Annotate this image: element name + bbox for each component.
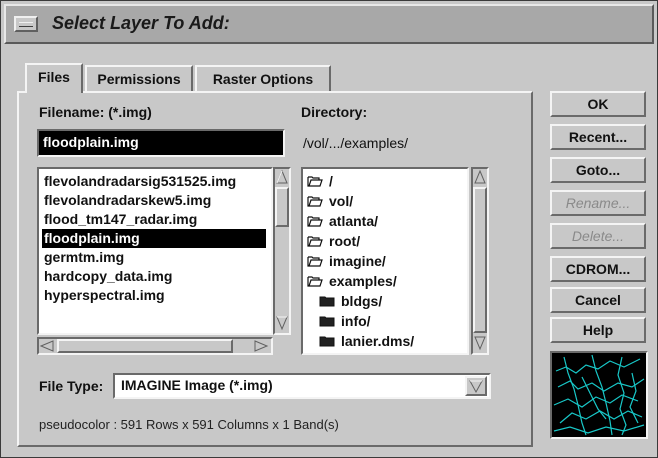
help-button[interactable]: Help: [550, 317, 646, 343]
scroll-down-arrow-icon[interactable]: [473, 335, 487, 351]
preview-image: [553, 354, 645, 436]
directory-name: /: [329, 173, 333, 189]
window-menu-button[interactable]: [14, 16, 38, 32]
directory-list-item[interactable]: root/: [307, 232, 360, 251]
window-title: Select Layer To Add:: [52, 13, 230, 33]
closed-folder-icon: [319, 293, 335, 312]
directory-list-item[interactable]: info/: [319, 312, 371, 331]
directory-name: imagine/: [329, 253, 386, 269]
file-list-hscroll-thumb[interactable]: [57, 339, 233, 353]
open-folder-icon: [307, 273, 323, 292]
file-type-value: IMAGINE Image (*.img): [121, 377, 273, 393]
delete-button[interactable]: Delete...: [550, 223, 646, 249]
directory-path: /vol/.../examples/: [303, 135, 409, 151]
scroll-up-arrow-icon[interactable]: [473, 169, 487, 185]
file-list-item[interactable]: hyperspectral.img: [42, 286, 266, 305]
filename-input-value: floodplain.img: [43, 134, 139, 150]
scroll-left-arrow-icon[interactable]: [39, 339, 55, 353]
image-preview-thumbnail: [550, 351, 648, 439]
directory-list-item[interactable]: vol/: [307, 192, 353, 211]
directory-name: bldgs/: [341, 293, 383, 309]
file-list-item[interactable]: germtm.img: [42, 248, 266, 267]
directory-list[interactable]: / vol/atlanta/root/imagine/examples/bldgs…: [301, 167, 469, 355]
file-list-vscroll-thumb[interactable]: [275, 187, 289, 227]
directory-list-item[interactable]: lanier.dms/: [319, 332, 414, 351]
closed-folder-icon: [319, 313, 335, 332]
directory-list-vscrollbar[interactable]: [471, 167, 489, 355]
file-type-select[interactable]: IMAGINE Image (*.img): [113, 373, 491, 399]
select-layer-dialog: Select Layer To Add: Files Permissions R…: [0, 0, 658, 458]
open-folder-icon: [307, 193, 323, 212]
file-list-vscrollbar[interactable]: [273, 167, 291, 335]
directory-list-item[interactable]: bldgs/: [319, 292, 382, 311]
filename-input[interactable]: floodplain.img: [37, 129, 285, 157]
directory-name: atlanta/: [329, 213, 379, 229]
open-folder-icon: [307, 173, 323, 192]
scroll-right-arrow-icon[interactable]: [253, 339, 269, 353]
dropdown-arrow-icon: [469, 380, 483, 394]
tab-permissions[interactable]: Permissions: [85, 65, 193, 93]
directory-list-item[interactable]: atlanta/: [307, 212, 378, 231]
directory-name: info/: [341, 313, 371, 329]
image-info-text: pseudocolor : 591 Rows x 591 Columns x 1…: [39, 417, 339, 432]
directory-list-item[interactable]: examples/: [307, 272, 397, 291]
directory-list-item[interactable]: imagine/: [307, 252, 386, 271]
ok-button[interactable]: OK: [550, 91, 646, 117]
directory-name: vol/: [329, 193, 354, 209]
closed-folder-icon: [319, 333, 335, 352]
title-bar[interactable]: Select Layer To Add:: [4, 4, 654, 44]
directory-vscroll-thumb[interactable]: [473, 187, 487, 333]
file-list-item[interactable]: flevolandradarsig531525.img: [42, 172, 266, 191]
filename-label: Filename: (*.img): [39, 104, 152, 120]
file-type-dropdown-button[interactable]: [465, 376, 487, 396]
directory-name: root/: [329, 233, 361, 249]
recent-button[interactable]: Recent...: [550, 124, 646, 150]
cdrom-button[interactable]: CDROM...: [550, 256, 646, 282]
directory-name: examples/: [329, 273, 397, 289]
open-folder-icon: [307, 253, 323, 272]
directory-list-item[interactable]: /: [307, 172, 333, 191]
open-folder-icon: [307, 233, 323, 252]
goto-button[interactable]: Goto...: [550, 157, 646, 183]
tab-files[interactable]: Files: [25, 63, 83, 93]
directory-label: Directory:: [301, 104, 368, 120]
rename-button[interactable]: Rename...: [550, 190, 646, 216]
open-folder-icon: [307, 213, 323, 232]
scroll-down-arrow-icon[interactable]: [275, 315, 289, 331]
file-list-item[interactable]: hardcopy_data.img: [42, 267, 266, 286]
directory-name: lanier.dms/: [341, 333, 415, 349]
cancel-button[interactable]: Cancel: [550, 287, 646, 313]
file-list-item[interactable]: flevolandradarskew5.img: [42, 191, 266, 210]
scroll-up-arrow-icon[interactable]: [275, 169, 289, 185]
file-type-label: File Type:: [39, 378, 104, 394]
file-list-item[interactable]: floodplain.img: [42, 229, 266, 248]
file-list[interactable]: flevolandradarsig531525.img flevolandrada…: [37, 167, 273, 335]
file-list-item[interactable]: flood_tm147_radar.img: [42, 210, 266, 229]
file-list-hscrollbar[interactable]: [37, 337, 273, 355]
window-menu-icon: [19, 22, 33, 27]
tab-raster-options[interactable]: Raster Options: [195, 65, 331, 93]
